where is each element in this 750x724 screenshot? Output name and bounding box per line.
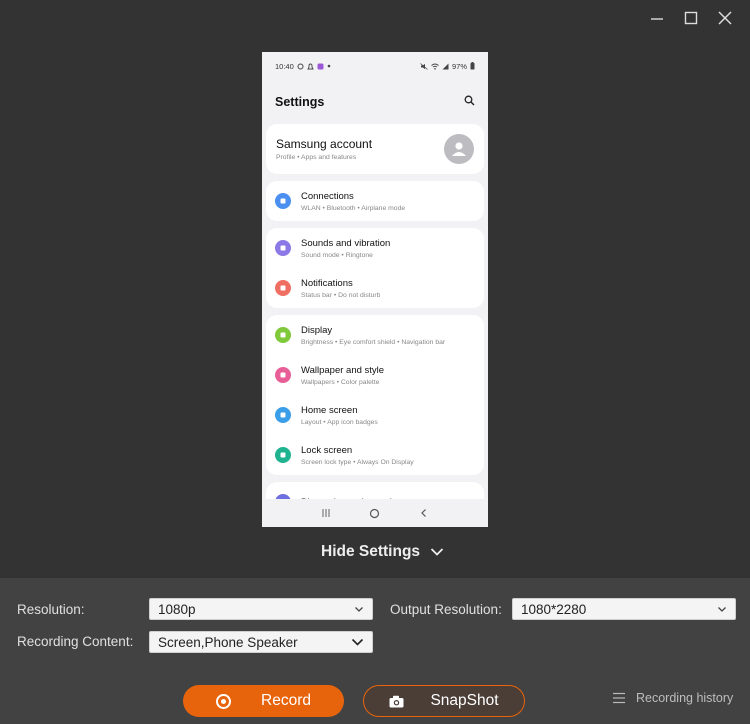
recording-history-label: Recording history xyxy=(636,691,734,705)
settings-item[interactable]: Connections WLAN • Bluetooth • Airplane m… xyxy=(266,181,484,221)
settings-item-subtitle: WLAN • Bluetooth • Airplane mode xyxy=(301,204,406,212)
back-chevron-icon xyxy=(420,509,426,517)
settings-item-title: Display xyxy=(301,324,333,336)
hide-settings-toggle[interactable]: Hide Settings xyxy=(321,543,444,561)
snapshot-button[interactable]: SnapShot xyxy=(363,685,525,717)
minimize-icon xyxy=(651,18,663,20)
settings-item-text: Connections WLAN • Bluetooth • Airplane m… xyxy=(301,191,405,212)
settings-item-text: Lock screen Screen lock type • Always On … xyxy=(301,445,414,466)
minimize-button[interactable] xyxy=(646,8,668,28)
settings-item[interactable]: Sounds and vibration Sound mode • Rington… xyxy=(266,228,484,268)
settings-item-subtitle: Layout • App icon badges xyxy=(301,418,378,426)
settings-item-text: Display Brightness • Eye comfort shield •… xyxy=(301,325,445,346)
list-icon xyxy=(613,692,625,704)
maximize-button[interactable] xyxy=(680,8,702,28)
settings-group: Connections WLAN • Bluetooth • Airplane m… xyxy=(266,181,484,221)
recording-content-value: Screen,Phone Speaker xyxy=(158,634,298,650)
recording-history-button[interactable]: Recording history xyxy=(612,691,733,705)
recording-content-select[interactable]: Screen,Phone Speaker xyxy=(149,631,373,653)
settings-item[interactable]: Wallpaper and style Wallpapers • Color pa… xyxy=(266,355,484,395)
settings-item-title: Sounds and vibration xyxy=(301,237,391,249)
hide-settings-label: Hide Settings xyxy=(321,543,421,560)
settings-item-icon xyxy=(275,193,291,209)
chevron-down-icon xyxy=(430,548,444,556)
settings-item-icon xyxy=(275,407,291,423)
dot-icon xyxy=(327,64,331,68)
settings-item-subtitle: Brightness • Eye comfort shield • Naviga… xyxy=(301,338,446,346)
chevron-down-icon xyxy=(355,606,363,612)
back-button[interactable] xyxy=(414,503,434,523)
chevron-down-icon xyxy=(351,638,364,646)
search-icon[interactable] xyxy=(464,93,475,111)
settings-item-subtitle: Status bar • Do not disturb xyxy=(301,291,381,299)
maximize-icon xyxy=(684,11,698,25)
output-resolution-select[interactable]: 1080*2280 xyxy=(512,598,736,620)
signal-icon xyxy=(297,63,304,70)
wifi-icon xyxy=(431,63,439,70)
window-controls xyxy=(646,8,736,28)
settings-item-icon xyxy=(275,280,291,296)
chevron-down-icon xyxy=(718,606,726,612)
home-circle-icon xyxy=(370,508,380,518)
phone-status-bar: 10:40 97% xyxy=(262,52,488,80)
person-icon xyxy=(452,142,466,156)
settings-item-title: Notifications xyxy=(301,277,353,289)
settings-item[interactable]: Lock screen Screen lock type • Always On … xyxy=(266,435,484,475)
settings-item-title: Lock screen xyxy=(301,444,353,456)
record-button[interactable]: Record xyxy=(183,685,344,717)
settings-list: Connections WLAN • Bluetooth • Airplane m… xyxy=(262,181,488,522)
home-button[interactable] xyxy=(365,503,385,523)
settings-item-subtitle: Screen lock type • Always On Display xyxy=(301,458,414,466)
settings-item-title: Connections xyxy=(301,190,354,202)
recent-apps-button[interactable] xyxy=(316,503,336,523)
settings-item-icon xyxy=(275,240,291,256)
settings-item-title: Wallpaper and style xyxy=(301,364,385,376)
samsung-account-item[interactable]: Samsung account Profile • Apps and featu… xyxy=(266,124,484,174)
resolution-select[interactable]: 1080p xyxy=(149,598,373,620)
status-time: 10:40 xyxy=(275,61,294,71)
record-label: Record xyxy=(261,692,311,709)
settings-item-icon xyxy=(275,447,291,463)
settings-item-title: Home screen xyxy=(301,404,358,416)
resolution-value: 1080p xyxy=(158,601,196,617)
record-icon xyxy=(216,693,232,709)
settings-item-icon xyxy=(275,327,291,343)
settings-item-subtitle: Sound mode • Ringtone xyxy=(301,251,373,259)
avatar xyxy=(444,134,474,164)
settings-item-subtitle: Wallpapers • Color palette xyxy=(301,378,380,386)
account-sub: Profile • Apps and features xyxy=(276,154,357,161)
settings-item-text: Home screen Layout • App icon badges xyxy=(301,405,378,426)
settings-item-text: Notifications Status bar • Do not disturb xyxy=(301,278,380,299)
close-icon xyxy=(718,11,732,25)
close-button[interactable] xyxy=(714,8,736,28)
mute-icon xyxy=(420,62,428,70)
settings-title: Settings xyxy=(275,95,325,109)
settings-item-text: Sounds and vibration Sound mode • Rington… xyxy=(301,238,390,259)
snapshot-label: SnapShot xyxy=(430,692,499,709)
account-name: Samsung account xyxy=(276,137,373,151)
settings-group: Sounds and vibration Sound mode • Rington… xyxy=(266,228,484,308)
battery-percent: 97% xyxy=(451,61,467,71)
settings-item-icon xyxy=(275,367,291,383)
settings-group: Display Brightness • Eye comfort shield •… xyxy=(266,315,484,475)
output-resolution-value: 1080*2280 xyxy=(521,601,587,617)
camera-icon xyxy=(389,695,404,707)
settings-item-text: Wallpaper and style Wallpapers • Color pa… xyxy=(301,365,384,386)
bell-icon xyxy=(307,63,314,70)
recording-content-label: Recording Content: xyxy=(17,634,134,649)
settings-item[interactable]: Display Brightness • Eye comfort shield •… xyxy=(266,315,484,355)
battery-icon xyxy=(470,62,475,70)
recent-apps-icon xyxy=(322,509,330,517)
phone-screen-preview[interactable]: 10:40 97% Settings Samsung account Profi… xyxy=(262,52,488,527)
settings-item[interactable]: Notifications Status bar • Do not disturb xyxy=(266,268,484,308)
settings-item[interactable]: Home screen Layout • App icon badges xyxy=(266,395,484,435)
output-resolution-label: Output Resolution: xyxy=(390,602,502,617)
cell-signal-icon xyxy=(442,63,449,70)
resolution-label: Resolution: xyxy=(17,602,85,617)
app-notification-icon xyxy=(317,63,324,70)
phone-nav-bar xyxy=(262,499,488,527)
settings-header: Settings xyxy=(262,80,488,124)
